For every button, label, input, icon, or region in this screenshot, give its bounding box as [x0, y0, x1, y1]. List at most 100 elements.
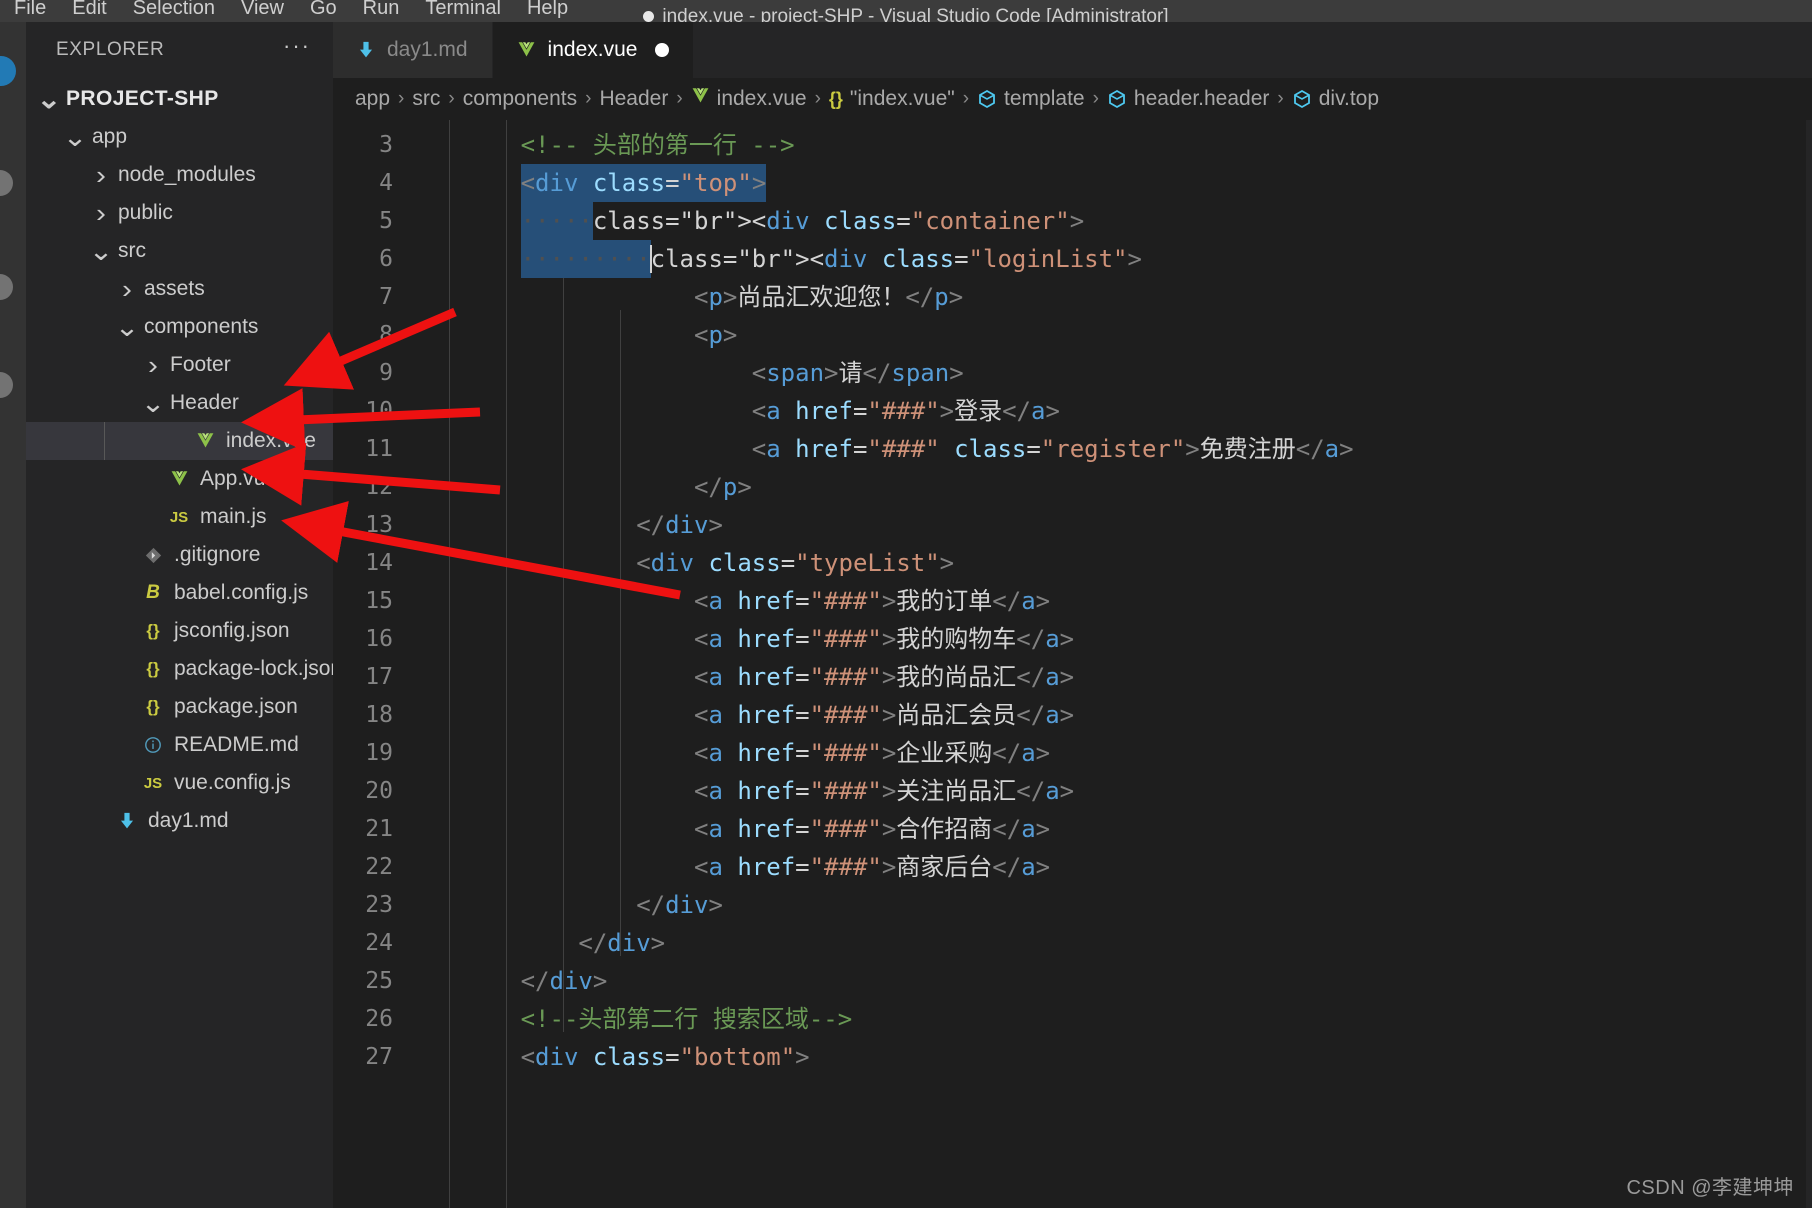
- code-content[interactable]: <!-- 头部的第一行 --> <div class="top"> ·····c…: [405, 120, 1812, 1208]
- breadcrumb: app›src›components›Header›index.vue›{}"i…: [333, 78, 1812, 120]
- tree-item-day1-md[interactable]: day1.md: [26, 802, 333, 840]
- vue-icon: [691, 87, 710, 111]
- git-file-icon: [138, 547, 168, 564]
- code-line[interactable]: ·········class="br"><div class="loginLis…: [405, 240, 1812, 278]
- more-actions-icon[interactable]: ···: [283, 41, 311, 59]
- source-control-icon[interactable]: [0, 274, 13, 300]
- chevron-down-icon: ⌄: [62, 132, 87, 142]
- minimap[interactable]: [1806, 120, 1812, 1208]
- code-line[interactable]: <!-- 头部的第一行 -->: [405, 126, 1812, 164]
- tree-item-assets[interactable]: ›assets: [26, 270, 333, 308]
- breadcrumb-label: template: [1004, 87, 1085, 111]
- tree-item-footer[interactable]: ›Footer: [26, 346, 333, 384]
- explorer-icon[interactable]: [0, 56, 16, 86]
- line-number-gutter: 3456789101112131415161718192021222324252…: [333, 120, 405, 1208]
- info-file-icon: [138, 736, 168, 754]
- tree-item-jsconfig-json[interactable]: {}jsconfig.json: [26, 612, 333, 650]
- tree-item-label: package-lock.json: [168, 657, 333, 681]
- breadcrumb-item-index.vue[interactable]: index.vue: [691, 87, 807, 111]
- code-line[interactable]: <!--头部第二行 搜索区域-->: [405, 1000, 1812, 1038]
- tree-item-project-shp[interactable]: ⌄PROJECT-SHP: [26, 80, 333, 118]
- code-line[interactable]: <a href="###">合作招商</a>: [405, 810, 1812, 848]
- code-editor[interactable]: 3456789101112131415161718192021222324252…: [333, 120, 1812, 1208]
- text-cursor: [650, 245, 652, 273]
- code-line[interactable]: </div>: [405, 924, 1812, 962]
- chevron-right-icon: ›: [88, 198, 113, 229]
- tree-item-src[interactable]: ⌄src: [26, 232, 333, 270]
- code-line[interactable]: </div>: [405, 506, 1812, 544]
- code-line[interactable]: <span>请</span>: [405, 354, 1812, 392]
- tree-item-label: day1.md: [142, 809, 229, 833]
- tree-item-app-vue[interactable]: App.vue: [26, 460, 333, 498]
- code-line[interactable]: <div class="top">: [405, 164, 1812, 202]
- breadcrumb-item-src[interactable]: src: [412, 87, 440, 111]
- code-line[interactable]: <a href="###">我的尚品汇</a>: [405, 658, 1812, 696]
- code-line[interactable]: <a href="###">关注尚品汇</a>: [405, 772, 1812, 810]
- line-number: 19: [333, 734, 405, 772]
- tree-item-readme-md[interactable]: README.md: [26, 726, 333, 764]
- code-line[interactable]: <a href="###">企业采购</a>: [405, 734, 1812, 772]
- tree-item-public[interactable]: ›public: [26, 194, 333, 232]
- tree-item-header[interactable]: ⌄Header: [26, 384, 333, 422]
- code-line[interactable]: <a href="###" class="register">免费注册</a>: [405, 430, 1812, 468]
- tree-item-label: package.json: [168, 695, 298, 719]
- tree-item-node-modules[interactable]: ›node_modules: [26, 156, 333, 194]
- code-line[interactable]: <div class="bottom">: [405, 1038, 1812, 1076]
- breadcrumb-item--index.vue-[interactable]: {}"index.vue": [829, 87, 955, 111]
- tab-dirty-indicator-icon[interactable]: [655, 43, 669, 57]
- tree-item-label: README.md: [168, 733, 299, 757]
- line-number: 12: [333, 468, 405, 506]
- tree-item-main-js[interactable]: JSmain.js: [26, 498, 333, 536]
- tree-item-label: Header: [164, 391, 239, 415]
- tree-item-index-vue[interactable]: index.vue: [26, 422, 333, 460]
- tree-item-vue-config-js[interactable]: JSvue.config.js: [26, 764, 333, 802]
- tree-item-label: node_modules: [112, 163, 256, 187]
- code-line[interactable]: ·····class="br"><div class="container">: [405, 202, 1812, 240]
- tree-item-package-lock-json[interactable]: {}package-lock.json: [26, 650, 333, 688]
- code-line[interactable]: <p>: [405, 316, 1812, 354]
- tree-item-label: App.vue: [194, 467, 277, 491]
- babel-file-icon: B: [138, 582, 168, 604]
- editor-tab-index-vue[interactable]: index.vue: [493, 22, 695, 78]
- tree-item-label: jsconfig.json: [168, 619, 290, 643]
- breadcrumb-label: src: [412, 87, 440, 111]
- breadcrumb-item-template[interactable]: template: [977, 87, 1085, 111]
- code-line[interactable]: <p>尚品汇欢迎您！</p>: [405, 278, 1812, 316]
- code-line[interactable]: </div>: [405, 962, 1812, 1000]
- breadcrumb-item-app[interactable]: app: [355, 87, 390, 111]
- code-line[interactable]: <a href="###">登录</a>: [405, 392, 1812, 430]
- code-line[interactable]: </p>: [405, 468, 1812, 506]
- breadcrumb-label: components: [463, 87, 577, 111]
- breadcrumb-item-header[interactable]: Header: [599, 87, 668, 111]
- watermark: CSDN @李建坤坤: [1626, 1171, 1794, 1200]
- json-file-icon: {}: [138, 697, 168, 717]
- title-bar: File Edit Selection View Go Run Terminal…: [0, 0, 1812, 22]
- breadcrumb-item-components[interactable]: components: [463, 87, 577, 111]
- code-line[interactable]: </div>: [405, 886, 1812, 924]
- search-icon[interactable]: [0, 170, 13, 196]
- tree-item-label: main.js: [194, 505, 267, 529]
- tree-item-gitignore[interactable]: .gitignore: [26, 536, 333, 574]
- chevron-right-icon: ›: [140, 350, 165, 381]
- code-line[interactable]: <a href="###">我的订单</a>: [405, 582, 1812, 620]
- code-line[interactable]: <a href="###">尚品汇会员</a>: [405, 696, 1812, 734]
- debug-icon[interactable]: [0, 372, 13, 398]
- md-icon: [357, 41, 375, 60]
- breadcrumb-separator-icon: ›: [813, 88, 823, 110]
- line-number: 25: [333, 962, 405, 1000]
- line-number: 20: [333, 772, 405, 810]
- code-line[interactable]: <div class="typeList">: [405, 544, 1812, 582]
- tree-item-label: components: [138, 315, 258, 339]
- tree-item-app[interactable]: ⌄app: [26, 118, 333, 156]
- breadcrumb-item-header.header[interactable]: header.header: [1107, 87, 1269, 111]
- breadcrumb-item-div.top[interactable]: div.top: [1292, 87, 1379, 111]
- tree-item-babel-config-js[interactable]: Bbabel.config.js: [26, 574, 333, 612]
- vue-icon: [517, 42, 536, 59]
- breadcrumb-label: Header: [599, 87, 668, 111]
- line-number: 6: [333, 240, 405, 278]
- editor-tab-day1-md[interactable]: day1.md: [333, 22, 493, 78]
- tree-item-package-json[interactable]: {}package.json: [26, 688, 333, 726]
- tree-item-components[interactable]: ⌄components: [26, 308, 333, 346]
- code-line[interactable]: <a href="###">商家后台</a>: [405, 848, 1812, 886]
- code-line[interactable]: <a href="###">我的购物车</a>: [405, 620, 1812, 658]
